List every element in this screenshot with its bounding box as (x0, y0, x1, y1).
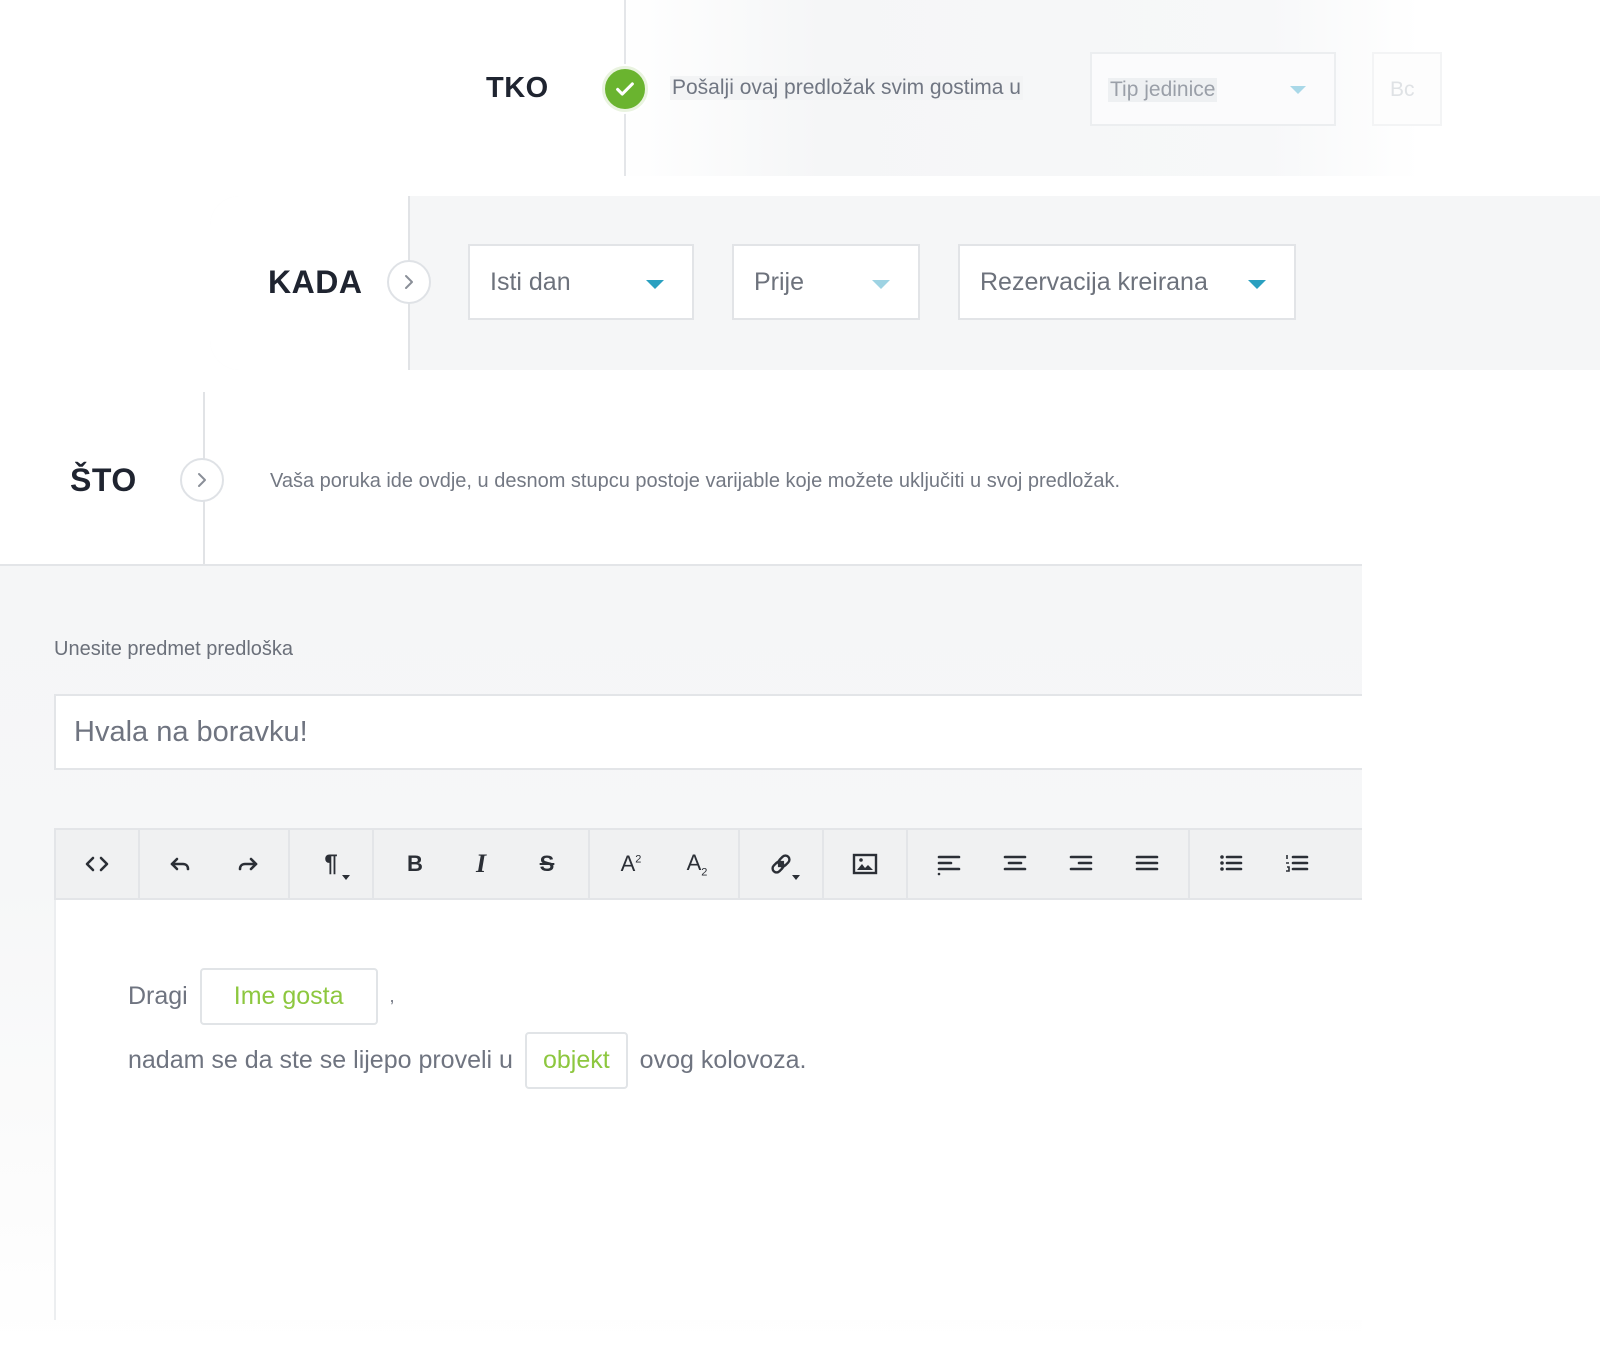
sto-label: ŠTO (70, 462, 137, 498)
code-view-icon[interactable] (64, 830, 130, 898)
chevron-down-icon (792, 875, 800, 880)
italic-icon[interactable]: I (448, 830, 514, 898)
editor-line-greeting: Dragi Ime gosta , (128, 968, 395, 1025)
editor-toolbar: ¶ B I S A2 A2 (54, 828, 1362, 900)
kada-card: KADA Isti dan Prije Rezervacija kreirana (210, 196, 1600, 370)
body-suffix: ovog kolovoza. (639, 1046, 807, 1074)
chevron-down-icon (1290, 86, 1306, 94)
image-icon[interactable] (832, 830, 898, 898)
align-left-icon[interactable] (916, 830, 982, 898)
chevron-down-icon (342, 875, 350, 880)
editor-line-body: nadam se da ste se lijepo proveli u obje… (128, 1032, 806, 1089)
template-editor-panel: Unesite predmet predloška Hvala na borav… (0, 564, 1362, 1346)
toolbar-group-code (56, 830, 140, 898)
subject-input[interactable]: Hvala na boravku! (54, 694, 1362, 770)
toolbar-group-media (824, 830, 908, 898)
event-select[interactable]: Rezervacija kreirana (958, 244, 1296, 320)
sto-description: Vaša poruka ide ovdje, u desnom stupcu p… (270, 470, 1121, 492)
chevron-down-icon (646, 280, 664, 289)
chevron-right-icon[interactable] (387, 260, 431, 304)
tko-card: TKO Pošalji ovaj predložak svim gostima … (420, 0, 1442, 176)
align-center-icon[interactable] (982, 830, 1048, 898)
toolbar-group-style: B I S (374, 830, 590, 898)
unit-type-select-value: Tip jedinice (1108, 78, 1218, 102)
faded-select-value: Bc (1390, 78, 1415, 101)
day-select-value: Isti dan (490, 268, 571, 296)
link-icon[interactable] (748, 830, 814, 898)
faded-select[interactable]: Bc (1372, 52, 1442, 126)
property-variable-chip[interactable]: objekt (524, 1032, 628, 1089)
align-right-icon[interactable] (1048, 830, 1114, 898)
toolbar-group-paragraph: ¶ (290, 830, 374, 898)
ordered-list-icon[interactable] (1264, 830, 1330, 898)
toolbar-group-lists (1190, 830, 1338, 898)
greeting-suffix: , (389, 986, 395, 1006)
event-select-value: Rezervacija kreirana (980, 268, 1208, 296)
align-justify-icon[interactable] (1114, 830, 1180, 898)
tko-description: Pošalji ovaj predložak svim gostima u (670, 76, 1023, 100)
unordered-list-icon[interactable] (1198, 830, 1264, 898)
chevron-down-icon (1248, 280, 1266, 289)
guest-name-variable-chip[interactable]: Ime gosta (199, 968, 378, 1025)
subject-input-value: Hvala na boravku! (74, 716, 308, 748)
undo-icon[interactable] (148, 830, 214, 898)
greeting-prefix: Dragi (128, 982, 188, 1010)
tko-label: TKO (486, 72, 549, 104)
message-editor[interactable]: Dragi Ime gosta , nadam se da ste se lij… (54, 900, 1362, 1320)
check-icon (602, 66, 648, 112)
body-prefix: nadam se da ste se lijepo proveli u (128, 1046, 513, 1074)
subscript-icon[interactable]: A2 (664, 830, 730, 898)
chevron-down-icon (872, 280, 890, 289)
chevron-right-icon[interactable] (180, 458, 224, 502)
strikethrough-icon[interactable]: S (514, 830, 580, 898)
relation-select-value: Prije (754, 268, 805, 296)
toolbar-group-history (140, 830, 290, 898)
superscript-icon[interactable]: A2 (598, 830, 664, 898)
toolbar-group-script: A2 A2 (590, 830, 740, 898)
redo-icon[interactable] (214, 830, 280, 898)
paragraph-format-icon[interactable]: ¶ (298, 830, 364, 898)
bold-icon[interactable]: B (382, 830, 448, 898)
subject-label: Unesite predmet predloška (54, 638, 294, 660)
relation-select[interactable]: Prije (732, 244, 920, 320)
kada-label: KADA (268, 264, 363, 300)
unit-type-select[interactable]: Tip jedinice (1090, 52, 1336, 126)
toolbar-group-align (908, 830, 1190, 898)
toolbar-group-link (740, 830, 824, 898)
day-select[interactable]: Isti dan (468, 244, 694, 320)
